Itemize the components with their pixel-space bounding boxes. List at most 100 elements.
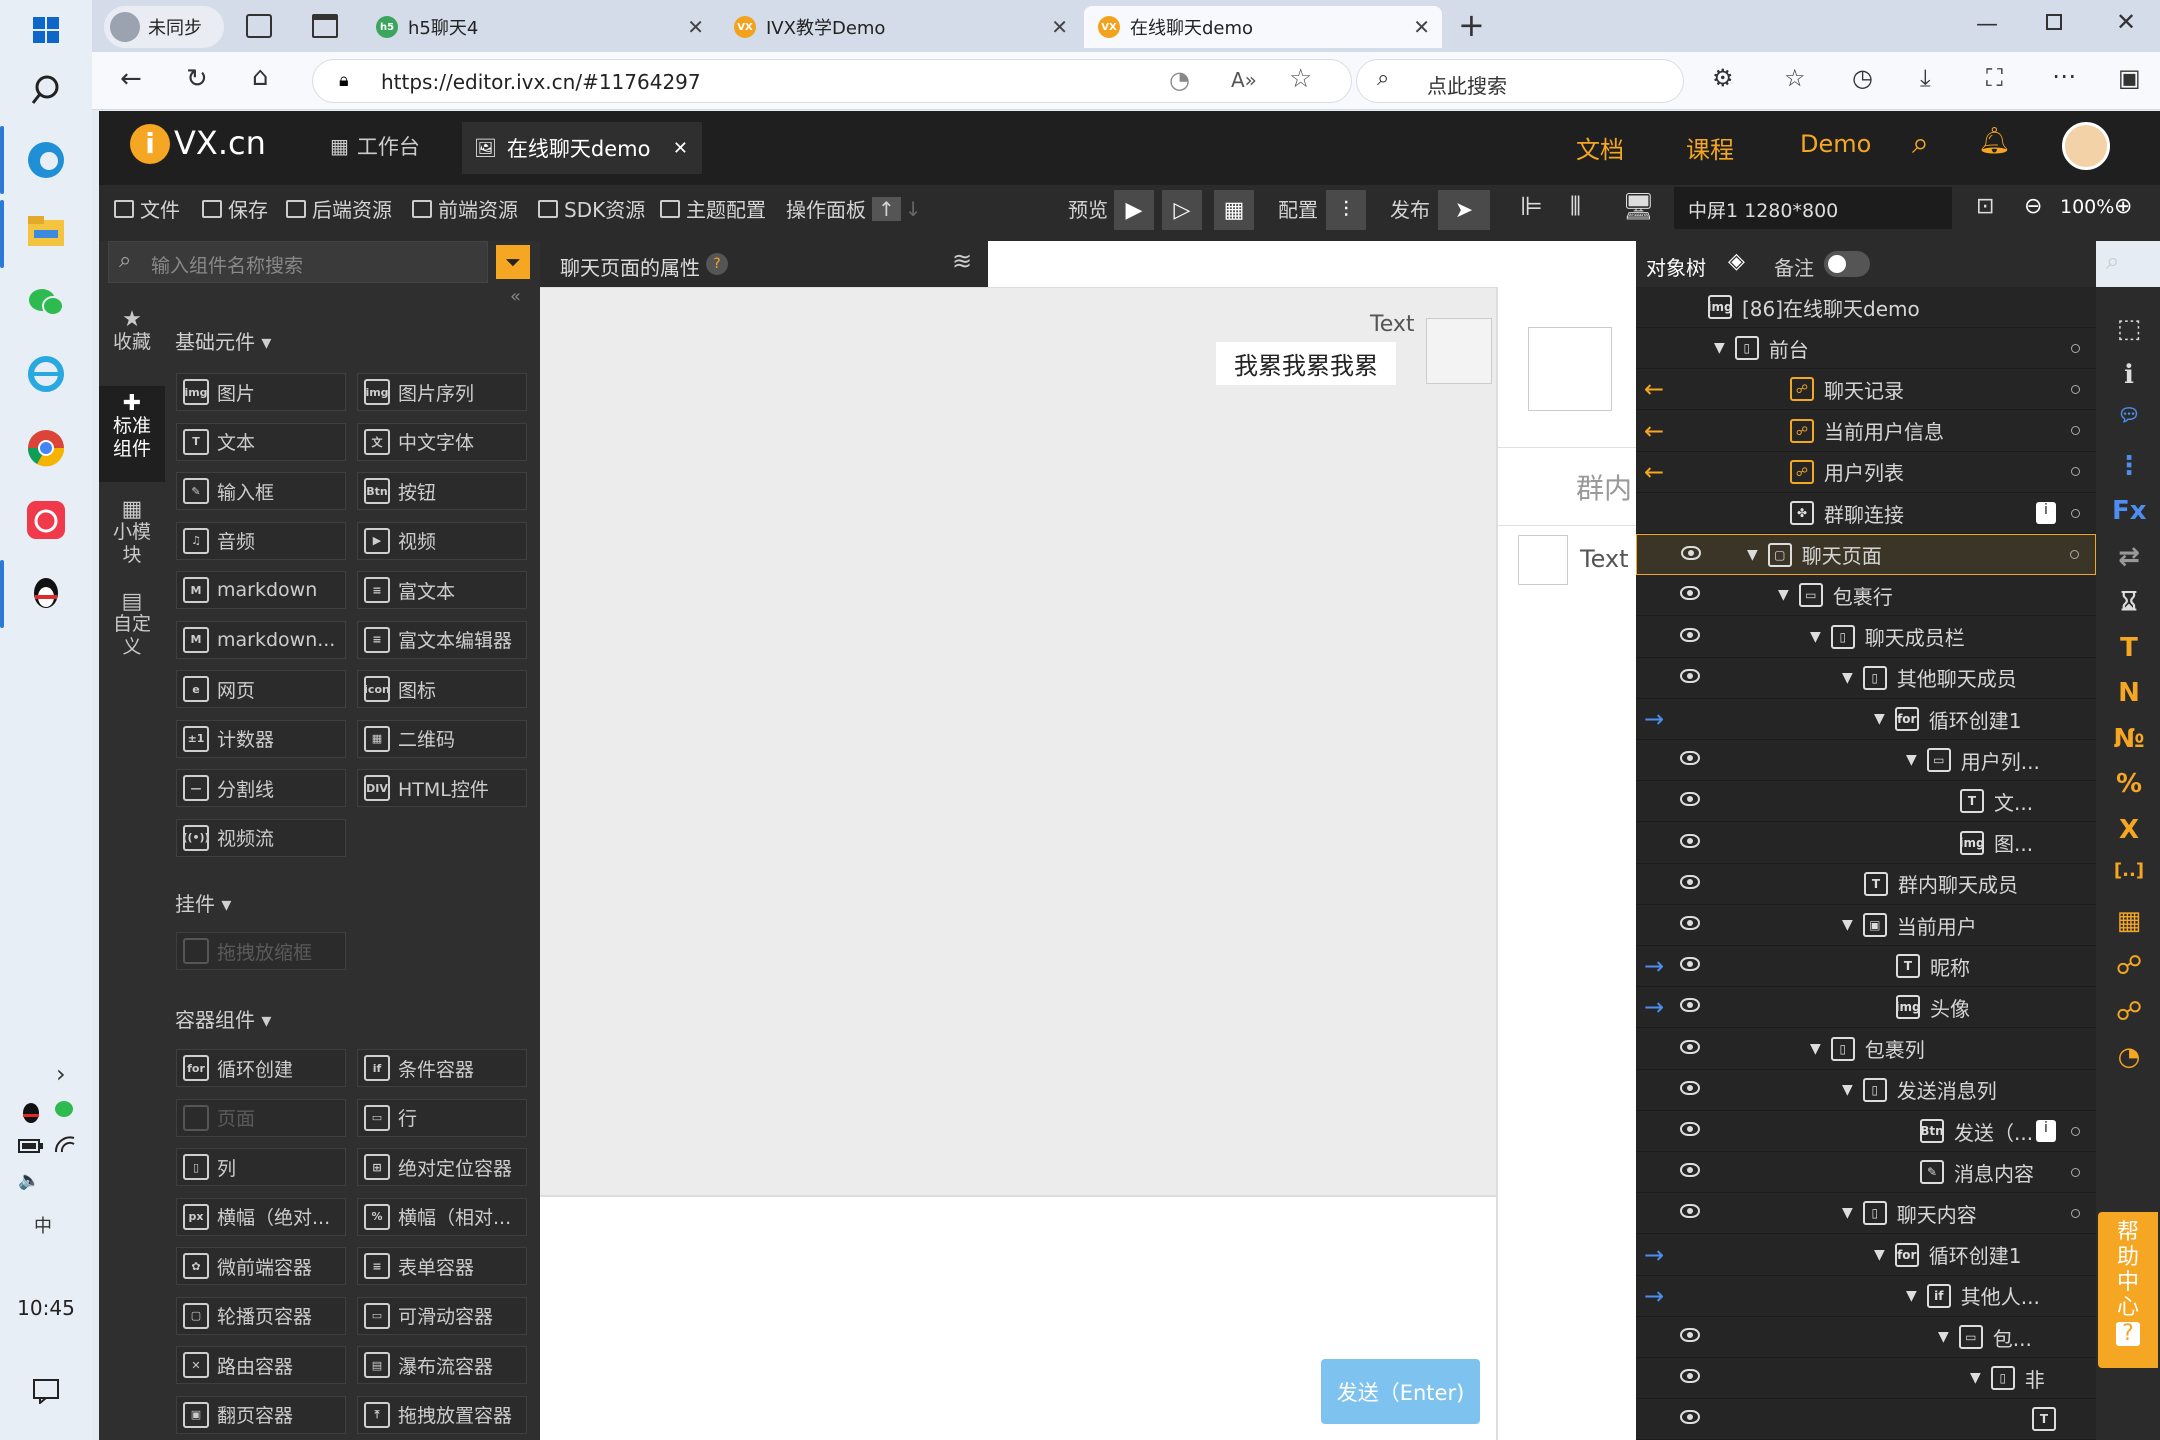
component-rich-text[interactable]: ≡ 富文本 [357,571,527,609]
clock[interactable]: 10:45 [0,1296,92,1320]
profile-button[interactable]: 未同步 [104,6,224,48]
qrcode-icon[interactable]: ▦ [1214,190,1254,230]
eye-icon[interactable] [1680,751,1700,766]
eye-icon[interactable] [1680,1039,1700,1054]
tree-node-message-content[interactable]: ✎ 消息内容 [1636,1152,2096,1194]
share-icon[interactable]: ⋮ [2112,451,2146,481]
eye-icon[interactable] [1680,1410,1700,1425]
screenshot-icon[interactable]: ⛶ [1986,64,2003,92]
nav-demo[interactable]: Demo [1800,130,1871,158]
status-dot-icon[interactable] [2071,384,2080,394]
component-button[interactable]: Btn 按钮 [357,472,527,510]
caret-down-icon[interactable]: ▼ [1906,1288,1917,1304]
close-window-icon[interactable]: ✕ [2116,8,2136,36]
tree-node-send-button-node[interactable]: Btn 发送（... i [1636,1111,2096,1152]
qq-tray-icon[interactable] [20,1100,42,1128]
download-icon[interactable]: ⤓ [1920,64,1931,92]
tree-node-column-node[interactable]: ▼ ▯ 非 [1636,1358,2096,1400]
component-rich-text-editor[interactable]: ≡ 富文本编辑器 [357,620,527,659]
component-loop[interactable]: for 循环创建 [176,1049,346,1087]
favorite-star-icon[interactable]: ☆ [1289,64,1312,94]
qq-icon[interactable] [22,568,70,616]
monitor-icon[interactable]: 🖥︎ [1622,192,1655,222]
file-menu[interactable]: 文件 [114,194,180,223]
tree-node-wrap-row[interactable]: ▼ ▭ 包裹行 [1636,575,2096,617]
tree-node-frontend[interactable]: ▼ ▯ 前台 [1636,328,2096,370]
ie-icon[interactable] [22,350,70,398]
component-chinese-font[interactable]: 文中文字体 [357,422,527,461]
member-avatar-placeholder[interactable] [1528,327,1612,411]
home-icon[interactable]: ⌂ [252,62,269,92]
caret-down-icon[interactable]: ▼ [1778,587,1789,603]
component-column[interactable]: ▯ 列 [176,1148,346,1186]
tree-node-wrap-node[interactable]: ▼ ▭ 包... [1636,1317,2096,1358]
backend-resources-button[interactable]: 后端资源 [286,194,392,223]
wechat-icon[interactable] [22,278,70,326]
bell-icon[interactable]: 🔔︎ [1978,126,2011,156]
no-type-icon[interactable]: № [2112,724,2146,754]
status-dot-icon[interactable] [2071,1208,2080,1218]
close-icon[interactable]: ✕ [673,138,688,159]
nav-docs[interactable]: 文档 [1576,130,1624,165]
eye-icon[interactable] [1680,916,1700,930]
eye-icon[interactable] [1680,586,1700,601]
component-html-control[interactable]: DIV HTML控件 [357,769,527,807]
sdk-resources-button[interactable]: SDK资源 [538,194,645,223]
component-video[interactable]: ▶ 视频 [357,521,527,560]
search-icon[interactable]: ⌕ [1912,126,1929,161]
variable-icon[interactable]: X [2112,815,2146,845]
component-banner-absolute[interactable]: px 横幅（绝对... [176,1197,346,1236]
percent-type-icon[interactable]: % [2112,769,2146,799]
frontend-resources-button[interactable]: 前端资源 [412,194,518,223]
send-plane-icon[interactable]: ➤ [1438,190,1490,230]
tree-node-image-node[interactable]: img 图... [1636,823,2096,864]
refresh-icon[interactable]: ↻ [186,64,208,94]
distribute-icon[interactable]: ⫴ [1570,192,1581,223]
ime-icon[interactable]: 中 [34,1212,52,1238]
close-icon[interactable]: ✕ [1051,15,1068,39]
sliders-icon[interactable]: ⫶ [1326,190,1366,230]
component-micro-frontend[interactable]: ✿ 微前端容器 [176,1247,346,1285]
eye-icon[interactable] [1680,1080,1700,1095]
caret-down-icon[interactable]: ▼ [1874,711,1885,727]
caret-down-icon[interactable]: ▼ [1906,752,1917,768]
tree-node-chat-history[interactable]: ← ☍ 聊天记录 [1636,369,2096,411]
workspaces-icon[interactable] [246,14,272,38]
timer-icon[interactable]: ◔ [2112,1042,2146,1072]
component-input[interactable]: ✎ 输入框 [176,472,346,510]
screen-size-select[interactable]: 中屏1 1280*800 [1674,187,1952,229]
sidebar-item-standard[interactable]: ✚ 标准组件 [99,386,165,482]
minimize-icon[interactable]: — [1976,12,1998,37]
component-markdown-editor[interactable]: Mmarkdown... [176,620,346,659]
object-2-icon[interactable]: ☍ [2112,997,2146,1027]
member-name-text[interactable]: Text [1580,545,1629,573]
component-webpage[interactable]: e 网页 [176,670,346,708]
eye-icon[interactable] [1680,1204,1700,1219]
filter-icon[interactable]: ⏷ [496,245,530,279]
sidebar-item-custom[interactable]: ▤ 自定义 [99,584,165,680]
tree-node-send-message-column[interactable]: ▼ ▯ 发送消息列 [1636,1070,2096,1111]
history-icon[interactable]: ◷ [1852,64,1873,92]
tree-node-text-node[interactable]: T 文... [1636,781,2096,823]
windows-start-icon[interactable] [22,6,70,54]
eye-icon[interactable] [1680,668,1700,683]
object-icon[interactable]: ☍ [2112,951,2146,981]
caret-down-icon[interactable]: ▼ [1714,340,1725,356]
canvas-chat-area[interactable]: Text 我累我累我累 [540,287,1496,1195]
tree-node-chat-page[interactable]: ▼ ▢ 聊天页面 [1636,534,2096,576]
tree-node-wrap-column[interactable]: ▼ ▯ 包裹列 [1636,1029,2096,1070]
eye-icon[interactable] [1680,998,1700,1013]
component-icon[interactable]: icon 图标 [357,670,527,708]
status-dot-icon[interactable] [2071,508,2080,518]
status-dot-icon[interactable] [2071,1126,2080,1136]
chrome-icon[interactable] [22,424,70,472]
eye-icon[interactable] [1680,957,1700,972]
component-row[interactable]: ▭ 行 [357,1098,527,1137]
tree-node-current-user[interactable]: ▼ ▣ 当前用户 [1636,905,2096,946]
caret-down-icon[interactable]: ▼ [1810,629,1821,645]
tree-node-nickname[interactable]: → T 昵称 [1636,946,2096,988]
align-icon[interactable]: ⊫ [1520,192,1543,222]
number-type-icon[interactable]: N [2112,678,2146,708]
avatar-image-placeholder[interactable] [1426,318,1492,384]
tab-workbench[interactable]: ▦ 工作台 [330,122,460,170]
